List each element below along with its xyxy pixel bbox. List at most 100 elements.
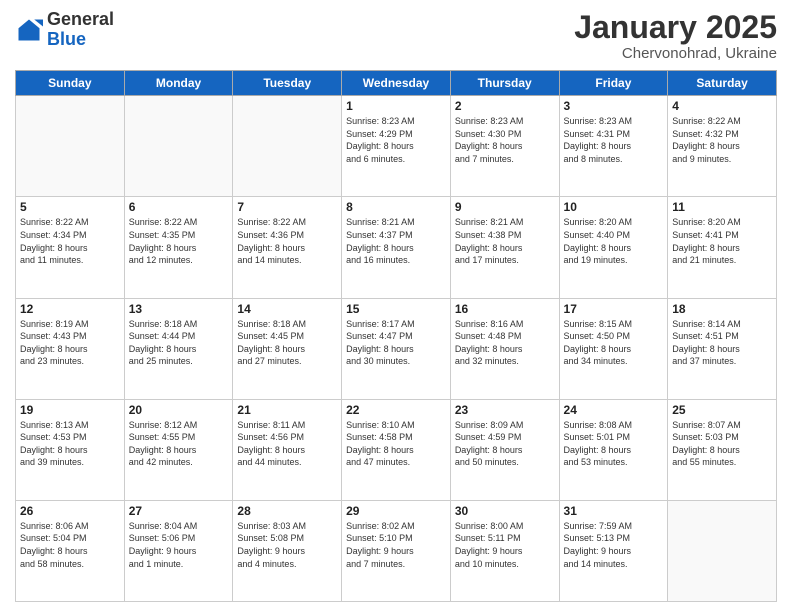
calendar-cell (233, 96, 342, 197)
weekday-header-saturday: Saturday (668, 71, 777, 96)
day-number: 17 (564, 302, 664, 316)
calendar-cell: 3 Sunrise: 8:23 AM Sunset: 4:31 PM Daylig… (559, 96, 668, 197)
calendar-cell (668, 500, 777, 601)
day-info: Sunrise: 8:12 AM Sunset: 4:55 PM Dayligh… (129, 419, 229, 469)
calendar-cell: 27 Sunrise: 8:04 AM Sunset: 5:06 PM Dayli… (124, 500, 233, 601)
logo: General Blue (15, 10, 114, 50)
logo-blue: Blue (47, 29, 86, 49)
title-month: January 2025 (574, 10, 777, 45)
day-info: Sunrise: 8:04 AM Sunset: 5:06 PM Dayligh… (129, 520, 229, 570)
day-info: Sunrise: 8:10 AM Sunset: 4:58 PM Dayligh… (346, 419, 446, 469)
day-number: 13 (129, 302, 229, 316)
day-number: 31 (564, 504, 664, 518)
day-number: 24 (564, 403, 664, 417)
calendar-cell: 19 Sunrise: 8:13 AM Sunset: 4:53 PM Dayli… (16, 399, 125, 500)
calendar-cell: 4Sunrise: 8:22 AM Sunset: 4:32 PM Daylig… (668, 96, 777, 197)
week-row-0: 1Sunrise: 8:23 AM Sunset: 4:29 PM Daylig… (16, 96, 777, 197)
weekday-header-thursday: Thursday (450, 71, 559, 96)
calendar-cell: 11Sunrise: 8:20 AM Sunset: 4:41 PM Dayli… (668, 197, 777, 298)
weekday-header-wednesday: Wednesday (342, 71, 451, 96)
day-info: Sunrise: 8:13 AM Sunset: 4:53 PM Dayligh… (20, 419, 120, 469)
calendar-cell: 26 Sunrise: 8:06 AM Sunset: 5:04 PM Dayli… (16, 500, 125, 601)
day-info: Sunrise: 8:16 AM Sunset: 4:48 PM Dayligh… (455, 318, 555, 368)
day-number: 15 (346, 302, 446, 316)
title-location: Chervonohrad, Ukraine (574, 45, 777, 62)
calendar-cell: 31Sunrise: 7:59 AM Sunset: 5:13 PM Dayli… (559, 500, 668, 601)
day-number: 4 (672, 99, 772, 113)
day-info: Sunrise: 8:22 AM Sunset: 4:36 PM Dayligh… (237, 216, 337, 266)
calendar-cell: 22 Sunrise: 8:10 AM Sunset: 4:58 PM Dayli… (342, 399, 451, 500)
day-info: Sunrise: 8:00 AM Sunset: 5:11 PM Dayligh… (455, 520, 555, 570)
day-number: 7 (237, 200, 337, 214)
day-info: Sunrise: 8:21 AM Sunset: 4:38 PM Dayligh… (455, 216, 555, 266)
week-row-2: 12 Sunrise: 8:19 AM Sunset: 4:43 PM Dayli… (16, 298, 777, 399)
calendar-cell: 9 Sunrise: 8:21 AM Sunset: 4:38 PM Daylig… (450, 197, 559, 298)
day-info: Sunrise: 8:15 AM Sunset: 4:50 PM Dayligh… (564, 318, 664, 368)
day-info: Sunrise: 8:14 AM Sunset: 4:51 PM Dayligh… (672, 318, 772, 368)
calendar-table: SundayMondayTuesdayWednesdayThursdayFrid… (15, 70, 777, 602)
weekday-header-friday: Friday (559, 71, 668, 96)
calendar-cell: 24 Sunrise: 8:08 AM Sunset: 5:01 PM Dayli… (559, 399, 668, 500)
day-info: Sunrise: 8:22 AM Sunset: 4:34 PM Dayligh… (20, 216, 120, 266)
calendar-cell: 23Sunrise: 8:09 AM Sunset: 4:59 PM Dayli… (450, 399, 559, 500)
day-number: 27 (129, 504, 229, 518)
day-info: Sunrise: 8:19 AM Sunset: 4:43 PM Dayligh… (20, 318, 120, 368)
day-number: 10 (564, 200, 664, 214)
day-number: 19 (20, 403, 120, 417)
calendar-cell: 1Sunrise: 8:23 AM Sunset: 4:29 PM Daylig… (342, 96, 451, 197)
day-info: Sunrise: 8:03 AM Sunset: 5:08 PM Dayligh… (237, 520, 337, 570)
day-number: 30 (455, 504, 555, 518)
calendar-cell: 30 Sunrise: 8:00 AM Sunset: 5:11 PM Dayli… (450, 500, 559, 601)
day-number: 25 (672, 403, 772, 417)
logo-icon (15, 16, 43, 44)
day-info: Sunrise: 8:17 AM Sunset: 4:47 PM Dayligh… (346, 318, 446, 368)
day-number: 21 (237, 403, 337, 417)
calendar-cell: 2 Sunrise: 8:23 AM Sunset: 4:30 PM Daylig… (450, 96, 559, 197)
day-number: 11 (672, 200, 772, 214)
calendar-cell: 21Sunrise: 8:11 AM Sunset: 4:56 PM Dayli… (233, 399, 342, 500)
day-info: Sunrise: 8:09 AM Sunset: 4:59 PM Dayligh… (455, 419, 555, 469)
calendar-cell: 16 Sunrise: 8:16 AM Sunset: 4:48 PM Dayli… (450, 298, 559, 399)
logo-text: General Blue (47, 10, 114, 50)
calendar-cell: 15 Sunrise: 8:17 AM Sunset: 4:47 PM Dayli… (342, 298, 451, 399)
day-number: 5 (20, 200, 120, 214)
calendar-cell: 25 Sunrise: 8:07 AM Sunset: 5:03 PM Dayli… (668, 399, 777, 500)
week-row-1: 5 Sunrise: 8:22 AM Sunset: 4:34 PM Daylig… (16, 197, 777, 298)
title-block: January 2025 Chervonohrad, Ukraine (574, 10, 777, 62)
calendar-cell: 5 Sunrise: 8:22 AM Sunset: 4:34 PM Daylig… (16, 197, 125, 298)
day-number: 14 (237, 302, 337, 316)
weekday-header-sunday: Sunday (16, 71, 125, 96)
day-number: 26 (20, 504, 120, 518)
weekday-header-row: SundayMondayTuesdayWednesdayThursdayFrid… (16, 71, 777, 96)
day-info: Sunrise: 8:23 AM Sunset: 4:30 PM Dayligh… (455, 115, 555, 165)
day-info: Sunrise: 8:08 AM Sunset: 5:01 PM Dayligh… (564, 419, 664, 469)
day-number: 9 (455, 200, 555, 214)
header: General Blue January 2025 Chervonohrad, … (15, 10, 777, 62)
day-info: Sunrise: 8:02 AM Sunset: 5:10 PM Dayligh… (346, 520, 446, 570)
day-number: 20 (129, 403, 229, 417)
calendar-cell: 13 Sunrise: 8:18 AM Sunset: 4:44 PM Dayli… (124, 298, 233, 399)
day-info: Sunrise: 8:23 AM Sunset: 4:29 PM Dayligh… (346, 115, 446, 165)
day-info: Sunrise: 8:23 AM Sunset: 4:31 PM Dayligh… (564, 115, 664, 165)
day-number: 18 (672, 302, 772, 316)
day-number: 3 (564, 99, 664, 113)
day-number: 12 (20, 302, 120, 316)
day-info: Sunrise: 8:06 AM Sunset: 5:04 PM Dayligh… (20, 520, 120, 570)
calendar-cell (16, 96, 125, 197)
day-number: 16 (455, 302, 555, 316)
day-info: Sunrise: 8:20 AM Sunset: 4:40 PM Dayligh… (564, 216, 664, 266)
day-number: 22 (346, 403, 446, 417)
calendar-cell: 29 Sunrise: 8:02 AM Sunset: 5:10 PM Dayli… (342, 500, 451, 601)
calendar-cell: 7 Sunrise: 8:22 AM Sunset: 4:36 PM Daylig… (233, 197, 342, 298)
day-number: 6 (129, 200, 229, 214)
day-info: Sunrise: 8:18 AM Sunset: 4:44 PM Dayligh… (129, 318, 229, 368)
day-number: 2 (455, 99, 555, 113)
weekday-header-monday: Monday (124, 71, 233, 96)
calendar-cell: 8Sunrise: 8:21 AM Sunset: 4:37 PM Daylig… (342, 197, 451, 298)
calendar-cell: 12 Sunrise: 8:19 AM Sunset: 4:43 PM Dayli… (16, 298, 125, 399)
day-info: Sunrise: 8:21 AM Sunset: 4:37 PM Dayligh… (346, 216, 446, 266)
weekday-header-tuesday: Tuesday (233, 71, 342, 96)
day-number: 28 (237, 504, 337, 518)
day-number: 29 (346, 504, 446, 518)
day-info: Sunrise: 8:07 AM Sunset: 5:03 PM Dayligh… (672, 419, 772, 469)
